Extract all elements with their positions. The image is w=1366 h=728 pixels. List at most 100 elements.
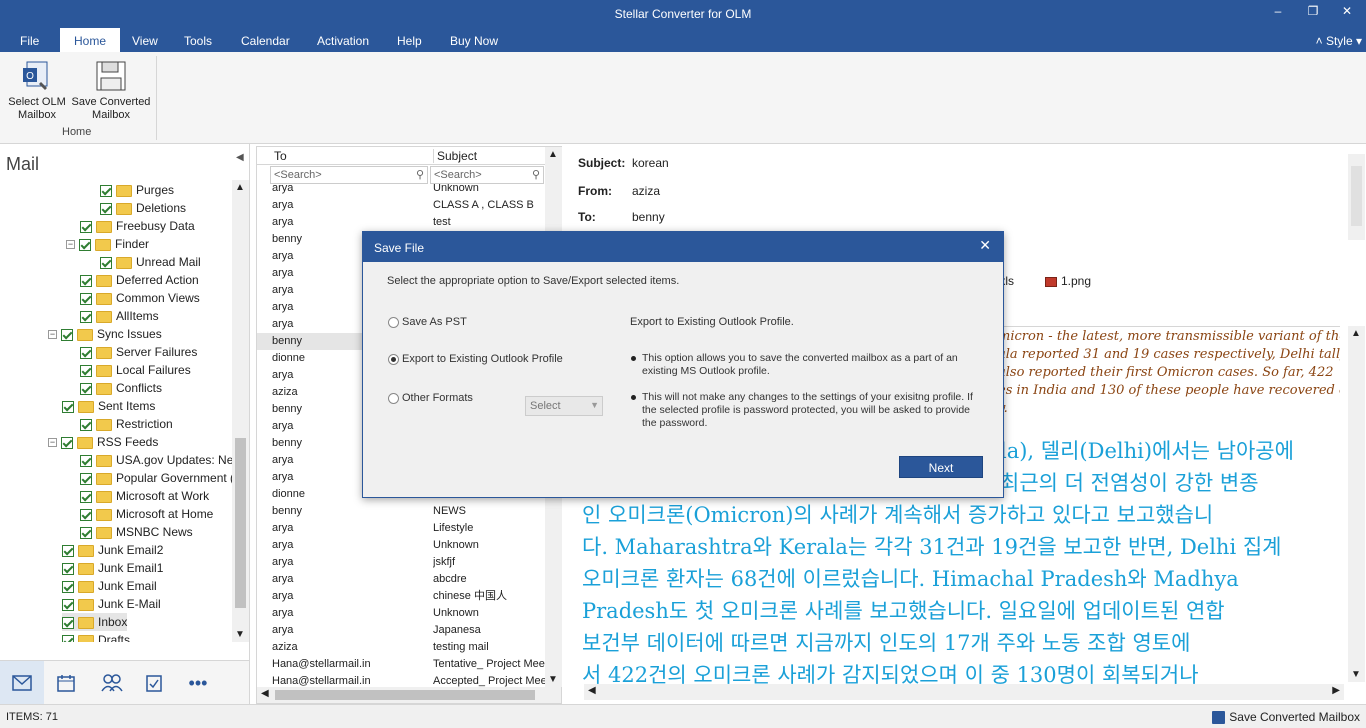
folder-item[interactable]: Deletions	[100, 199, 186, 217]
search-to-input[interactable]: <Search> ⚲	[270, 166, 428, 184]
folder-item[interactable]: Junk Email2	[62, 541, 163, 559]
radio-export[interactable]	[388, 353, 399, 365]
radio-pst[interactable]	[388, 316, 399, 328]
folder-item[interactable]: Inbox	[62, 613, 128, 631]
folder-item[interactable]: Server Failures	[80, 343, 197, 361]
folder-item[interactable]: Microsoft at Work	[80, 487, 209, 505]
folder-item[interactable]: Microsoft at Home	[80, 505, 213, 523]
select-olm-mailbox-button[interactable]: O Select OLM Mailbox	[6, 58, 68, 122]
table-row[interactable]: arya Lifestyle	[257, 520, 545, 537]
menu-home[interactable]: Home	[60, 28, 121, 52]
table-row[interactable]: Hana@stellarmail.in Accepted_ Project Mee…	[257, 673, 545, 688]
search-subject-input[interactable]: <Search> ⚲	[430, 166, 544, 184]
scroll-up-icon[interactable]: ▲	[1351, 328, 1361, 339]
folder-item[interactable]: Restriction	[80, 415, 173, 433]
menu-view[interactable]: View	[132, 34, 158, 48]
folder-checkbox[interactable]	[79, 238, 91, 251]
header-scrollbar[interactable]	[1348, 154, 1365, 240]
header-scroll-thumb[interactable]	[1351, 166, 1362, 226]
radio-other[interactable]	[388, 392, 399, 404]
table-row[interactable]: arya Japanesa	[257, 622, 545, 639]
folder-checkbox[interactable]	[100, 202, 112, 215]
folder-checkbox[interactable]	[80, 310, 92, 323]
folder-item[interactable]: − Finder	[66, 235, 149, 253]
folder-item[interactable]: Drafts	[62, 631, 130, 642]
folder-item[interactable]: Junk Email1	[62, 559, 163, 577]
folder-checkbox[interactable]	[80, 364, 92, 377]
status-save-button[interactable]: Save Converted Mailbox	[1212, 710, 1360, 725]
folder-checkbox[interactable]	[61, 436, 73, 449]
table-row[interactable]: arya test	[257, 214, 545, 231]
folder-item[interactable]: AllItems	[80, 307, 159, 325]
body-scrollbar[interactable]: ▲ ▼	[1348, 326, 1365, 682]
folder-item[interactable]: Freebusy Data	[80, 217, 195, 235]
folder-checkbox[interactable]	[62, 400, 74, 413]
folder-item[interactable]: MSNBC News	[80, 523, 193, 541]
menu-activation[interactable]: Activation	[317, 34, 369, 48]
folder-checkbox[interactable]	[80, 526, 92, 539]
table-row[interactable]: arya jskfjf	[257, 554, 545, 571]
menu-tools[interactable]: Tools	[184, 34, 212, 48]
tree-scroll-thumb[interactable]	[235, 438, 246, 608]
menu-help[interactable]: Help	[397, 34, 422, 48]
folder-checkbox[interactable]	[80, 292, 92, 305]
tree-scrollbar[interactable]: ▲ ▼	[232, 180, 249, 642]
folder-checkbox[interactable]	[80, 274, 92, 287]
option-save-pst[interactable]: Save As PST	[388, 316, 467, 328]
table-row[interactable]: arya Unknown	[257, 184, 545, 197]
scroll-left-icon[interactable]: ◀	[261, 688, 269, 699]
folder-checkbox[interactable]	[62, 544, 74, 557]
folder-item[interactable]: − RSS Feeds	[48, 433, 158, 451]
table-row[interactable]: Hana@stellarmail.in Tentative_ Project Me…	[257, 656, 545, 673]
scroll-right-icon[interactable]: ▶	[1332, 685, 1340, 696]
calendar-nav-button[interactable]	[44, 661, 88, 705]
close-icon[interactable]: ✕	[979, 237, 991, 254]
collapse-node-icon[interactable]: −	[66, 240, 75, 250]
collapse-node-icon[interactable]: −	[48, 438, 57, 448]
menu-buy-now[interactable]: Buy Now	[450, 34, 498, 48]
table-row[interactable]: arya chinese 中国人	[257, 588, 545, 605]
folder-item[interactable]: Deferred Action	[80, 271, 199, 289]
folder-checkbox[interactable]	[80, 508, 92, 521]
scroll-down-icon[interactable]: ▼	[1351, 669, 1361, 680]
folder-checkbox[interactable]	[62, 580, 74, 593]
table-row[interactable]: arya Unknown	[257, 605, 545, 622]
folder-checkbox[interactable]	[80, 472, 92, 485]
minimize-icon[interactable]: –	[1268, 4, 1288, 22]
attachment-png[interactable]: 1.png	[1045, 274, 1091, 288]
restore-icon[interactable]: ❐	[1303, 4, 1323, 22]
table-row[interactable]: arya CLASS A , CLASS B	[257, 197, 545, 214]
scroll-down-icon[interactable]: ▼	[235, 629, 245, 640]
table-row[interactable]: benny NEWS	[257, 503, 545, 520]
option-other-formats[interactable]: Other Formats	[388, 392, 473, 404]
table-row[interactable]: arya Unknown	[257, 537, 545, 554]
folder-item[interactable]: Conflicts	[80, 379, 162, 397]
folder-item[interactable]: Purges	[100, 181, 174, 199]
table-row[interactable]: aziza testing mail	[257, 639, 545, 656]
folder-item[interactable]: Local Failures	[80, 361, 191, 379]
scroll-up-icon[interactable]: ▲	[548, 149, 558, 160]
format-select[interactable]: Select ▼	[525, 396, 603, 416]
scroll-down-icon[interactable]: ▼	[548, 674, 558, 685]
folder-item[interactable]: Sent Items	[62, 397, 155, 415]
tasks-nav-button[interactable]	[132, 661, 176, 705]
folder-checkbox[interactable]	[80, 346, 92, 359]
menu-calendar[interactable]: Calendar	[241, 34, 290, 48]
list-hscrollbar[interactable]: ◀	[257, 687, 561, 703]
folder-checkbox[interactable]	[100, 184, 112, 197]
folder-checkbox[interactable]	[80, 220, 92, 233]
style-menu[interactable]: ˄ Style ▾	[1316, 34, 1362, 48]
folder-item[interactable]: Popular Government (	[80, 469, 232, 487]
folder-checkbox[interactable]	[62, 616, 74, 629]
folder-checkbox[interactable]	[80, 490, 92, 503]
folder-item[interactable]: Common Views	[80, 289, 200, 307]
folder-item[interactable]: Junk E-Mail	[62, 595, 161, 613]
menu-file[interactable]: File	[20, 34, 39, 48]
scroll-left-icon[interactable]: ◀	[588, 685, 596, 696]
folder-checkbox[interactable]	[62, 634, 74, 642]
folder-item[interactable]: USA.gov Updates: Nev	[80, 451, 232, 469]
collapse-node-icon[interactable]: −	[48, 330, 57, 340]
more-nav-button[interactable]: •••	[176, 661, 220, 705]
folder-item[interactable]: − Sync Issues	[48, 325, 162, 343]
folder-checkbox[interactable]	[80, 382, 92, 395]
